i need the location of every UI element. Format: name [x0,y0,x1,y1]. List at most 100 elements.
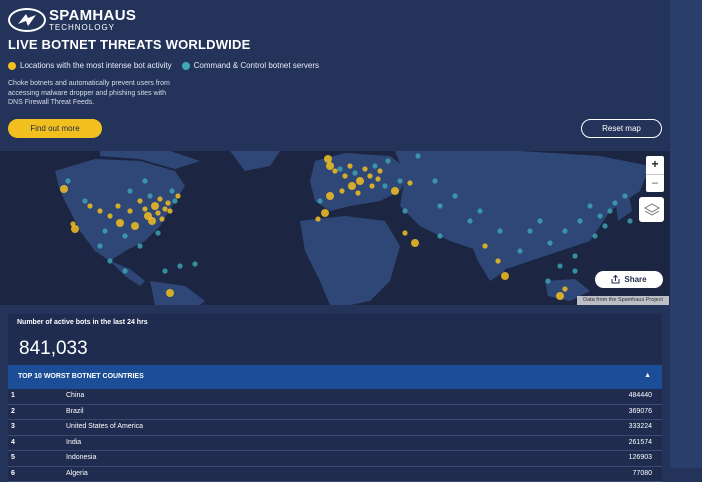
cc-server-marker [547,240,552,245]
row-country: Algeria [66,467,88,481]
top10-header[interactable]: TOP 10 WORST BOTNET COUNTRIES ▲ [8,365,662,389]
bot-hotspot [159,216,164,221]
cc-server-marker [97,243,102,248]
cc-server-marker [577,218,582,223]
bot-activity-dot-icon [8,62,16,70]
cc-server-marker [452,193,457,198]
row-country: India [66,436,81,450]
bot-hotspot [167,208,172,213]
layers-button[interactable] [639,197,664,222]
bot-hotspot [155,210,160,215]
bot-hotspot [377,168,382,173]
cc-server-marker [557,263,562,268]
cc-server-marker [352,170,357,175]
description: Choke botnets and automatically prevent … [8,79,178,108]
zoom-out-button[interactable]: − [646,174,664,193]
cc-server-marker [177,263,182,268]
cc-server-marker [142,178,147,183]
bot-hotspot [326,162,334,170]
legend-cc-label: Command & Control botnet servers [194,61,319,70]
right-side-panel [670,0,702,468]
row-rank: 5 [11,451,15,465]
cc-server-marker [397,178,402,183]
spamhaus-logo[interactable]: SPAMHAUS TECHNOLOGY [8,8,136,32]
table-row: 1 China 484440 [8,389,662,405]
bot-hotspot [362,166,367,171]
cc-server-marker [337,166,342,171]
cc-server-marker [602,223,607,228]
bot-hotspot [411,239,419,247]
cc-server-marker [437,233,442,238]
bot-hotspot [315,216,320,221]
cc-server-marker [477,208,482,213]
botnet-map[interactable] [0,151,670,305]
cc-server-marker [572,268,577,273]
cc-server-marker [402,208,407,213]
bot-hotspot [157,196,162,201]
find-out-more-button[interactable]: Find out more [8,119,102,138]
cc-server-marker [172,198,177,203]
row-count: 369076 [629,405,652,419]
bot-hotspot [87,203,92,208]
row-country: China [66,389,84,403]
cc-server-marker [612,200,617,205]
reset-map-button[interactable]: Reset map [581,119,662,138]
cc-server-marker [317,198,322,203]
zoom-in-button[interactable]: + [646,156,664,174]
row-rank: 3 [11,420,15,434]
cc-server-marker [155,230,160,235]
bot-hotspot [166,289,174,297]
bot-hotspot [148,217,156,225]
cc-server-marker [192,261,197,266]
bot-hotspot [356,177,364,185]
table-row: 5 Indonesia 126903 [8,451,662,467]
row-country: Brazil [66,405,84,419]
cc-server-marker [102,228,107,233]
bot-hotspot [162,206,167,211]
bot-hotspot [137,198,142,203]
row-rank: 2 [11,405,15,419]
cc-server-marker [432,178,437,183]
cc-server-marker [572,253,577,258]
cc-server-marker [385,158,390,163]
cc-server-marker [545,278,550,283]
bot-hotspot [115,203,120,208]
layers-icon [644,203,660,217]
cc-server-marker [162,268,167,273]
bot-hotspot [151,202,159,210]
bot-hotspot [482,243,487,248]
cc-server-marker [592,233,597,238]
cc-server-marker [122,233,127,238]
bot-hotspot [107,213,112,218]
table-row: 4 India 261574 [8,436,662,452]
bot-hotspot [71,225,79,233]
table-row: 3 United States of America 333224 [8,420,662,436]
row-count: 126903 [629,451,652,465]
cc-server-marker [127,188,132,193]
cc-server-marker [65,178,70,183]
cc-server-marker [415,153,420,158]
cc-server-marker [597,213,602,218]
cc-server-marker [382,183,387,188]
share-button[interactable]: Share [595,271,663,288]
cc-server-marker [437,203,442,208]
row-rank: 1 [11,389,15,403]
active-bots-label: Number of active bots in the last 24 hrs [17,319,148,326]
top10-table: 1 China 484440 2 Brazil 369076 3 United … [8,389,662,482]
bot-hotspot [97,208,102,213]
bot-hotspot [321,209,329,217]
zoom-control: + − [646,156,664,192]
bot-hotspot [375,176,380,181]
bot-hotspot [369,183,374,188]
bot-hotspot [501,272,509,280]
row-count: 484440 [629,389,652,403]
bot-hotspot [339,188,344,193]
bot-hotspot [556,292,564,300]
cc-server-marker [82,198,87,203]
bot-hotspot [324,155,332,163]
cc-server-marker [372,163,377,168]
cc-server-marker [467,218,472,223]
map-attribution[interactable]: Data from the Spamhaus Project [577,296,669,305]
bot-hotspot [116,219,124,227]
collapse-arrow-icon[interactable]: ▲ [644,372,651,379]
